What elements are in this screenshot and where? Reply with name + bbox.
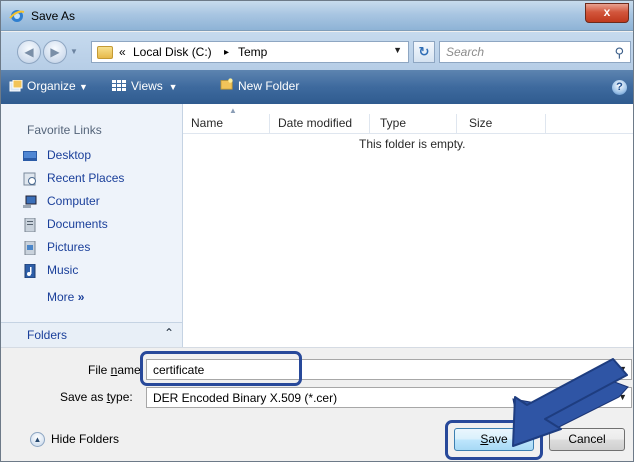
column-name[interactable]: Name: [191, 116, 223, 130]
folders-toggle[interactable]: Folders ⌃: [1, 322, 182, 347]
cancel-button[interactable]: Cancel: [549, 428, 625, 451]
column-divider[interactable]: [269, 114, 270, 134]
file-name-highlight: [140, 351, 302, 386]
views-button[interactable]: Views ▼: [131, 79, 178, 93]
more-links-button[interactable]: More »: [47, 290, 84, 304]
command-toolbar: Organize ▼ Views ▼ New Folder ?: [1, 70, 633, 104]
organize-button[interactable]: Organize ▼: [27, 79, 88, 93]
computer-icon: [23, 195, 37, 208]
pictures-icon: [24, 241, 36, 255]
column-headers: Name ▲ Date modified Type Size: [183, 106, 633, 134]
refresh-button[interactable]: ↻: [413, 41, 435, 63]
recent-pages-dropdown-icon[interactable]: ▼: [70, 47, 78, 57]
save-button[interactable]: Save: [454, 428, 534, 451]
save-as-type-select[interactable]: DER Encoded Binary X.509 (*.cer) ▼: [146, 387, 632, 408]
address-row: ◀ ▶ ▼ « Local Disk (C:) ▸ Temp ▼ ↻ Searc…: [1, 32, 633, 70]
search-icon[interactable]: ⚲: [614, 45, 624, 61]
views-label: Views: [131, 79, 163, 93]
documents-icon: [24, 218, 36, 232]
nav-item-label: Music: [47, 263, 79, 277]
forward-arrow-icon: ▶: [50, 45, 60, 59]
organize-label: Organize: [27, 79, 76, 93]
new-folder-icon: [220, 78, 233, 90]
organize-dropdown-icon: ▼: [79, 82, 88, 92]
close-button[interactable]: x: [585, 3, 629, 23]
favorite-links-heading: Favorite Links: [27, 123, 102, 137]
chevron-up-icon: ⌃: [164, 326, 175, 340]
save-form: File name: certificate ▼ Save as type: D…: [1, 347, 633, 461]
hide-folders-label: Hide Folders: [51, 432, 120, 446]
back-button[interactable]: ◀: [17, 40, 41, 64]
organize-icon: [9, 80, 23, 92]
refresh-icon: ↻: [418, 44, 430, 59]
music-icon: [24, 264, 36, 278]
double-chevron-icon: »: [77, 290, 85, 304]
search-placeholder: Search: [446, 45, 485, 59]
column-size[interactable]: Size: [469, 116, 492, 130]
file-name-dropdown-icon[interactable]: ▼: [618, 364, 627, 374]
navigation-pane: Favorite Links Desktop Recent Places Com…: [1, 104, 183, 347]
folders-label: Folders: [27, 328, 68, 342]
window-title: Save As: [31, 9, 76, 23]
save-as-type-dropdown-icon[interactable]: ▼: [618, 392, 627, 402]
ie-icon: [9, 10, 25, 22]
address-bar[interactable]: « Local Disk (C:) ▸ Temp ▼: [91, 41, 409, 63]
forward-button[interactable]: ▶: [43, 40, 67, 64]
breadcrumb-separator-icon[interactable]: ▸: [224, 47, 229, 58]
file-name-label: File name:: [88, 363, 145, 377]
column-divider[interactable]: [456, 114, 457, 134]
title-bar: Save As x: [1, 1, 633, 31]
save-as-type-label: Save as type:: [60, 390, 133, 404]
nav-item-label: Computer: [47, 194, 100, 208]
help-icon[interactable]: ?: [612, 80, 627, 95]
nav-item-label: Pictures: [47, 240, 91, 254]
sort-ascending-icon: ▲: [229, 106, 237, 115]
address-dropdown-icon[interactable]: ▼: [393, 45, 402, 55]
recent-places-icon: [23, 172, 36, 186]
column-date-modified[interactable]: Date modified: [278, 116, 352, 130]
desktop-icon: [23, 151, 37, 161]
new-folder-button[interactable]: New Folder: [238, 79, 299, 93]
save-as-type-value: DER Encoded Binary X.509 (*.cer): [153, 391, 338, 405]
nav-item-label: Desktop: [47, 148, 92, 162]
search-input[interactable]: Search ⚲: [439, 41, 631, 63]
nav-item-label: Documents: [47, 217, 108, 231]
breadcrumb-temp[interactable]: Temp: [238, 45, 267, 59]
save-as-dialog: Save As x ◀ ▶ ▼ « Local Disk (C:) ▸ Temp…: [0, 0, 634, 462]
empty-folder-message: This folder is empty.: [359, 137, 466, 151]
views-icon: [112, 80, 126, 91]
chevron-up-circle-icon: ▲: [30, 432, 45, 447]
column-divider[interactable]: [545, 114, 546, 134]
breadcrumb-local-disk[interactable]: Local Disk (C:): [133, 45, 212, 59]
breadcrumb-overflow[interactable]: «: [119, 45, 126, 59]
views-dropdown-icon: ▼: [166, 82, 178, 92]
nav-item-label: Recent Places: [47, 171, 125, 185]
more-label: More: [47, 290, 75, 304]
back-arrow-icon: ◀: [24, 45, 34, 59]
folder-icon: [97, 46, 113, 59]
column-divider[interactable]: [369, 114, 370, 134]
column-type[interactable]: Type: [380, 116, 406, 130]
file-list[interactable]: Name ▲ Date modified Type Size This fold…: [183, 104, 633, 347]
